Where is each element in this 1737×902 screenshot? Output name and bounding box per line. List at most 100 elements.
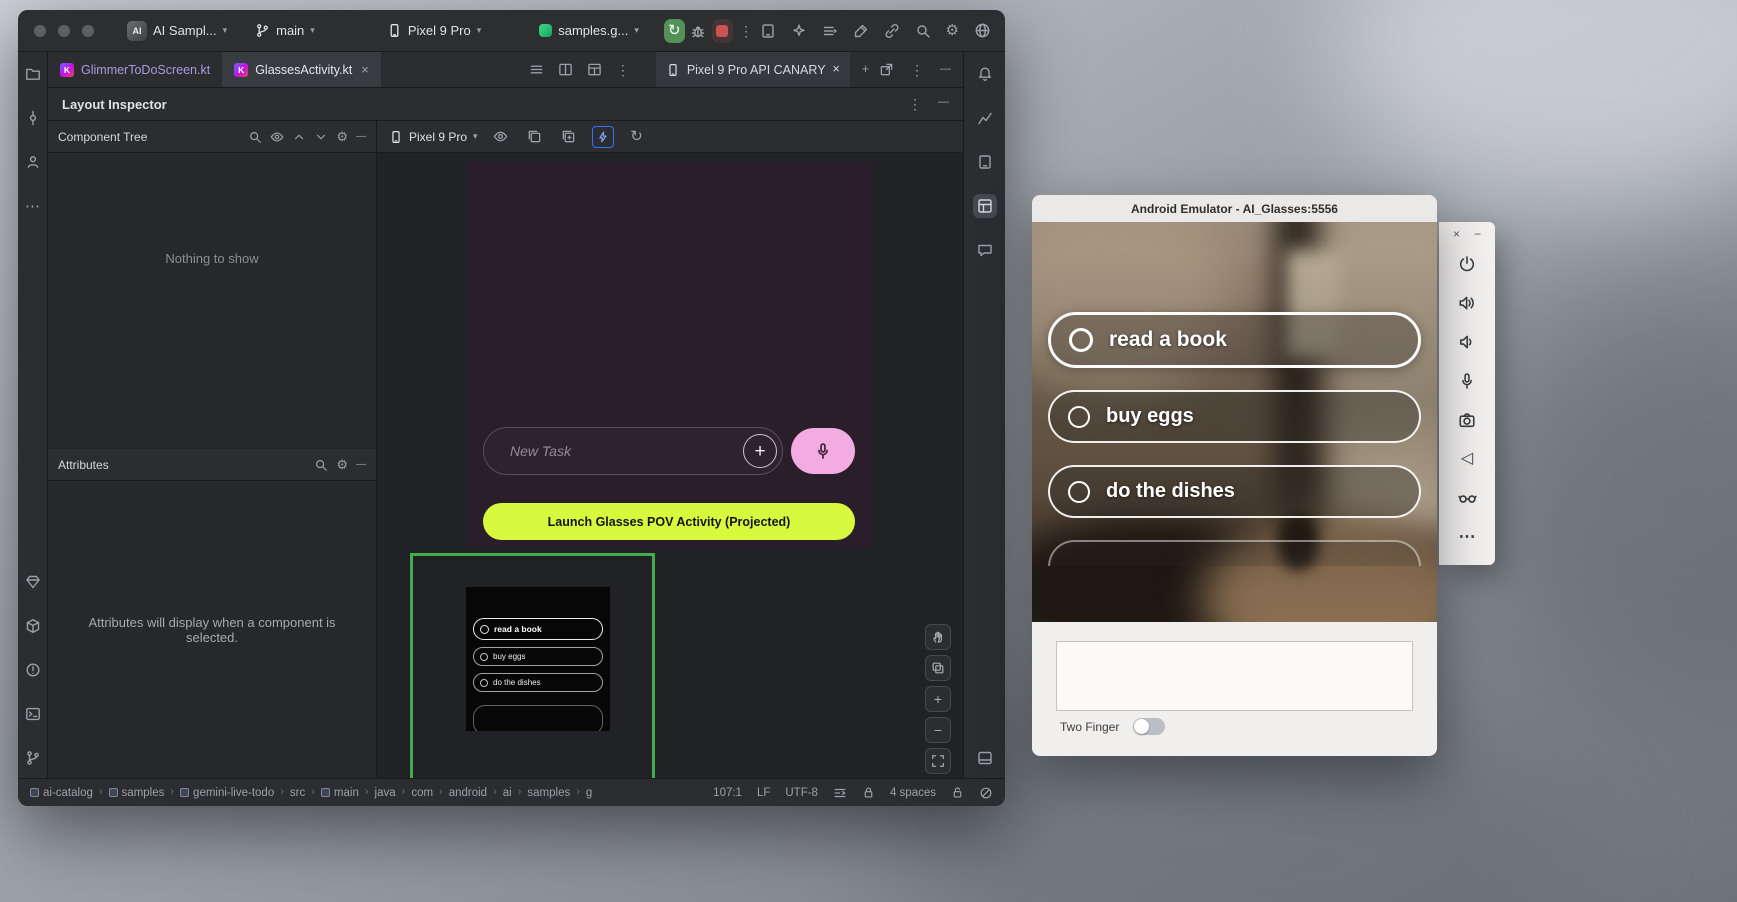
ai-assistant-icon[interactable] [791,23,807,39]
encoding-widget[interactable]: UTF-8 [785,787,818,799]
layout-toggle-icon[interactable] [973,746,997,770]
breadcrumb-item[interactable]: java [375,787,396,799]
vcs-branch-widget[interactable]: main ▾ [248,19,322,42]
breadcrumb-item[interactable]: main [321,787,359,799]
camera-button[interactable] [1439,400,1495,439]
launch-glasses-pov-button[interactable]: Launch Glasses POV Activity (Projected) [483,503,855,540]
rerun-button[interactable]: ↻ [664,19,685,43]
device-selector[interactable]: Pixel 9 Pro ▾ [380,19,488,42]
build-icon[interactable] [853,23,869,39]
volume-up-button[interactable] [1439,283,1495,322]
unlock-icon[interactable] [951,786,964,799]
mini-list-item[interactable]: read a book [473,618,603,640]
gemini-chat-icon[interactable] [973,238,997,262]
toolbar-close-icon[interactable]: × [1453,228,1460,240]
new-task-input[interactable]: New Task [483,427,783,475]
toggle-deep-inspect-icon[interactable] [490,126,512,148]
toolbar-minimize-icon[interactable]: − [1474,228,1481,240]
two-finger-toggle[interactable] [1133,718,1165,735]
tree-visibility-icon[interactable] [270,130,284,144]
more-options-button[interactable]: ⋯ [1439,517,1495,556]
sync-icon[interactable] [884,23,900,39]
close-traffic-light[interactable] [34,25,46,37]
close-tab-icon[interactable]: × [361,63,369,76]
profiler-icon[interactable] [973,106,997,130]
zoom-to-fit-button[interactable] [925,748,951,774]
snapshot-icon[interactable] [524,126,546,148]
layers-button[interactable] [925,655,951,681]
line-separator-widget[interactable]: LF [757,787,770,799]
project-widget[interactable]: AI AI Sampl... ▾ [120,17,234,45]
mini-list-item[interactable]: buy eggs [473,647,603,666]
add-snapshot-icon[interactable] [558,126,580,148]
notifications-bell-icon[interactable] [973,62,997,86]
tree-search-icon[interactable] [248,130,262,144]
tree-settings-icon[interactable]: ⚙ [336,130,348,143]
hide-pane-icon[interactable]: — [940,64,951,75]
inspections-status-icon[interactable] [979,786,993,800]
panel-hide-icon[interactable]: — [938,97,949,111]
indent-widget[interactable]: 4 spaces [890,787,936,799]
breadcrumb-item[interactable]: g [586,787,592,799]
attributes-settings-icon[interactable]: ⚙ [336,458,348,471]
device-manager-icon[interactable] [760,23,776,39]
cursor-position-widget[interactable]: 107:1 [713,787,742,799]
zoom-in-button[interactable]: + [925,686,951,712]
microphone-button[interactable] [1439,361,1495,400]
project-folder-icon[interactable] [21,62,45,86]
open-in-new-window-icon[interactable] [879,62,894,77]
glasses-list-item[interactable]: buy eggs [1048,390,1421,443]
dependencies-icon[interactable] [21,614,45,638]
breadcrumb-item[interactable]: samples [527,787,570,799]
breadcrumb-item[interactable]: gemini-live-todo [180,787,274,799]
glasses-list-item[interactable]: do the dishes [1048,465,1421,518]
breadcrumb-item[interactable]: com [411,787,433,799]
preview-device-selector[interactable]: Pixel 9 Pro ▾ [389,130,478,144]
attributes-hide-icon[interactable]: — [356,460,366,470]
running-device-tab[interactable]: Pixel 9 Pro API CANARY × [656,52,850,87]
meet-new-ui-icon[interactable] [21,570,45,594]
collapse-all-icon[interactable] [314,130,328,144]
attributes-search-icon[interactable] [314,458,328,472]
glasses-button[interactable] [1439,478,1495,517]
gesture-input-area[interactable] [1056,641,1413,711]
tab-glassesactivity[interactable]: K GlassesActivity.kt × [222,52,381,87]
refresh-preview-icon[interactable]: ↻ [626,126,648,148]
run-configuration-selector[interactable]: samples.g... ▾ [532,19,646,42]
more-run-actions[interactable]: ⋮ [737,19,756,43]
logcat-icon[interactable] [822,23,838,39]
structure-icon[interactable] [21,150,45,174]
version-control-icon[interactable] [21,746,45,770]
terminal-icon[interactable] [21,702,45,726]
back-button[interactable]: ◁ [1439,439,1495,478]
add-device-button[interactable]: + [862,52,869,87]
design-view-icon[interactable] [587,62,602,77]
split-view-icon[interactable] [558,62,573,77]
breadcrumb-item[interactable]: android [449,787,487,799]
live-updates-toggle[interactable] [592,126,614,148]
search-icon[interactable] [915,23,931,39]
minimize-traffic-light[interactable] [58,25,70,37]
problems-icon[interactable] [21,658,45,682]
stop-button[interactable] [712,19,733,43]
panel-more-icon[interactable]: ⋮ [908,97,922,111]
breadcrumb-item[interactable]: ai [503,787,512,799]
close-device-tab-icon[interactable]: × [833,63,840,76]
voice-input-button[interactable] [791,428,855,474]
zoom-out-button[interactable]: − [925,717,951,743]
breadcrumb-item[interactable]: src [290,787,305,799]
layout-inspector-tool-icon[interactable] [973,194,997,218]
debug-button[interactable] [689,19,708,43]
breadcrumb-item[interactable]: samples [109,787,165,799]
expand-all-icon[interactable] [292,130,306,144]
list-view-icon[interactable] [529,62,544,77]
more-tool-windows-icon[interactable]: ⋯ [21,194,45,218]
profile-icon[interactable] [974,22,991,39]
lock-icon[interactable] [862,786,875,799]
zoom-traffic-light[interactable] [82,25,94,37]
tab-glimmertodoscreen[interactable]: K GlimmerToDoScreen.kt [48,52,222,87]
pan-tool-button[interactable] [925,624,951,650]
mini-list-item[interactable]: do the dishes [473,673,603,692]
settings-gear-icon[interactable]: ⚙ [946,23,959,38]
commit-icon[interactable] [21,106,45,130]
